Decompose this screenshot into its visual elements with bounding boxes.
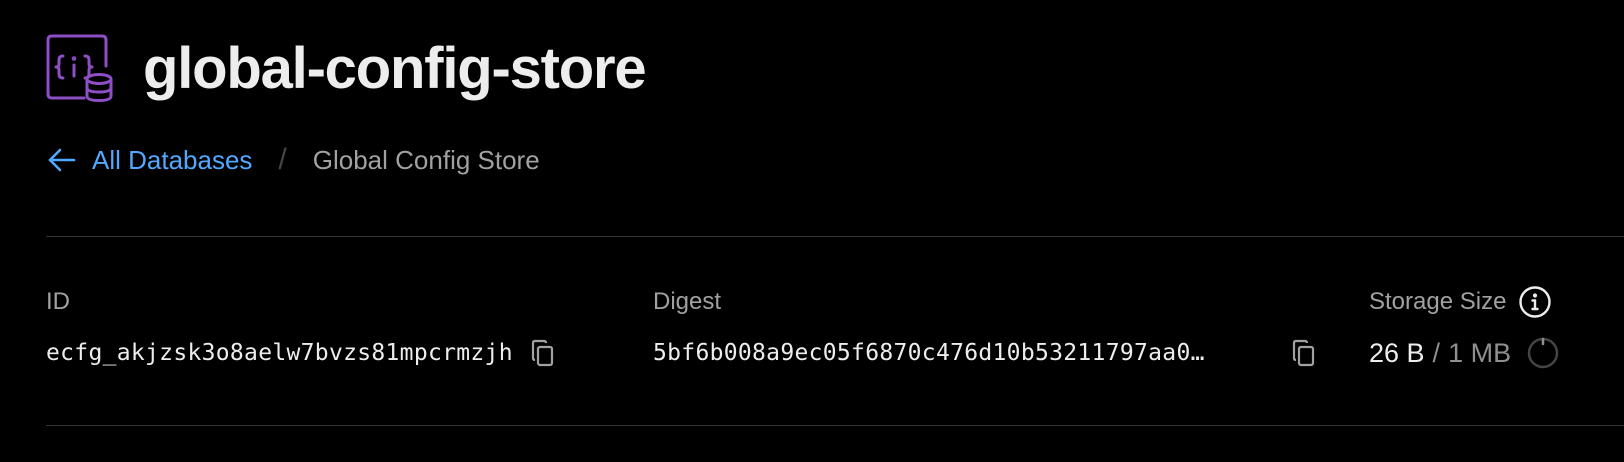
storage-separator: / (1432, 337, 1441, 368)
digest-label: Digest (653, 288, 722, 315)
breadcrumb-all-databases-label: All Databases (92, 144, 253, 175)
breadcrumb: All Databases / Global Config Store (46, 140, 540, 180)
page-title: global-config-store (143, 36, 647, 101)
digest-value: 5bf6b008a9ec05f6870c476d10b53211797aa0… (653, 340, 1205, 366)
copy-icon (531, 339, 553, 367)
id-field: ID ecfg_akjzsk3o8aelw7bvzs81mpcrmzjh (46, 284, 558, 372)
id-label: ID (46, 288, 70, 315)
arrow-left-icon (48, 148, 76, 172)
copy-digest-button[interactable] (1289, 338, 1319, 368)
copy-icon (1292, 339, 1315, 367)
copy-id-button[interactable] (528, 338, 558, 368)
digest-field: Digest 5bf6b008a9ec05f6870c476d10b532117… (653, 284, 1319, 372)
storage-used: 26 B (1369, 337, 1425, 368)
breadcrumb-current: Global Config Store (312, 144, 540, 175)
info-icon[interactable] (1518, 285, 1552, 319)
id-value: ecfg_akjzsk3o8aelw7bvzs81mpcrmzjh (46, 340, 513, 366)
config-database-icon (46, 34, 113, 102)
storage-size-label: Storage Size (1369, 288, 1507, 315)
top-divider (46, 236, 1624, 237)
page-header: global-config-store (46, 34, 647, 104)
storage-size-field: Storage Size 26 B / 1 MB (1369, 284, 1559, 372)
breadcrumb-separator: / (278, 143, 287, 176)
back-to-all-databases-link[interactable]: All Databases (46, 144, 252, 176)
storage-usage-ring-icon (1527, 337, 1559, 369)
storage-total: 1 MB (1448, 337, 1512, 368)
bottom-divider (46, 425, 1624, 426)
